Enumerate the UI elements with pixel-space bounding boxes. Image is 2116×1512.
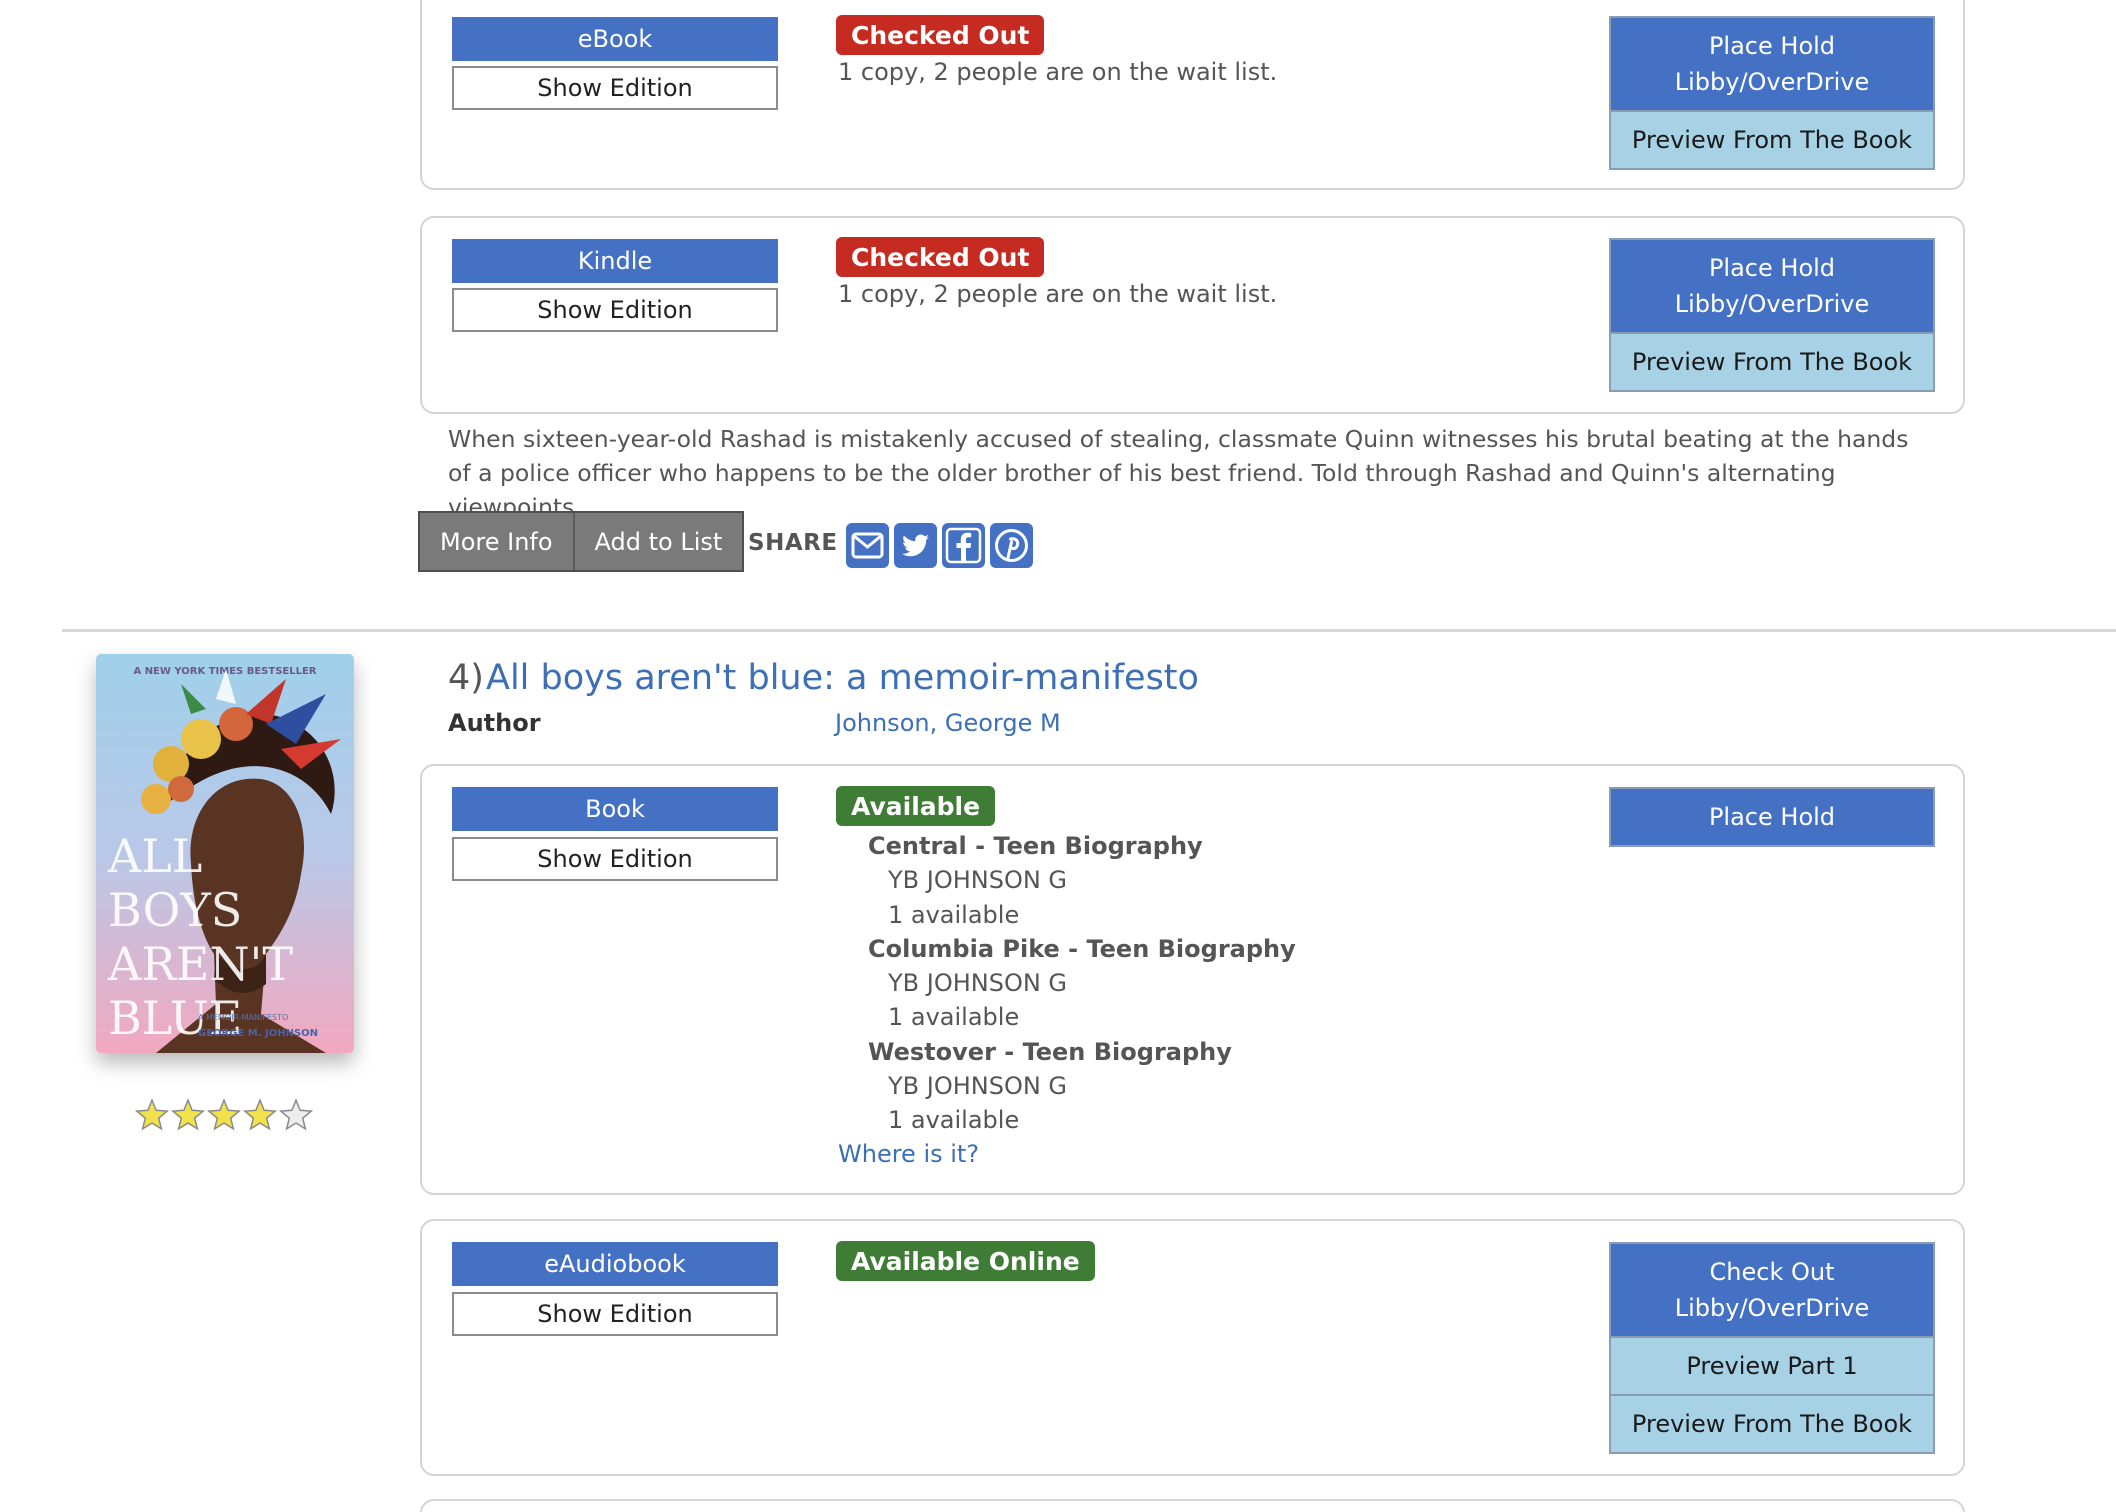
book-cover[interactable]: A NEW YORK TIMES BESTSELLER ALL BOYS ARE… bbox=[96, 654, 354, 1053]
libby-overdrive-label: Libby/OverDrive bbox=[1674, 68, 1870, 96]
libby-overdrive-label: Libby/OverDrive bbox=[1674, 290, 1870, 318]
email-icon[interactable] bbox=[846, 523, 889, 568]
cover-subtitle: A MEMOIR-MANIFESTO bbox=[198, 1013, 288, 1022]
preview-from-book-button[interactable]: Preview From The Book bbox=[1611, 332, 1933, 390]
result-number: 4) bbox=[448, 658, 484, 698]
author-link[interactable]: Johnson, George M bbox=[835, 709, 1061, 737]
cover-title-line-1: ALL bbox=[107, 829, 202, 883]
show-edition-button[interactable]: Show Edition bbox=[452, 837, 778, 881]
format-button-eaudiobook[interactable]: eAudiobook bbox=[452, 1242, 778, 1286]
action-stack: Place Hold bbox=[1609, 787, 1935, 847]
format-button-book[interactable]: Book bbox=[452, 787, 778, 831]
result-divider bbox=[62, 629, 2116, 632]
check-out-button[interactable]: Check Out Libby/OverDrive bbox=[1611, 1244, 1933, 1336]
holding-call-number: YB JOHNSON G bbox=[888, 969, 1068, 997]
preview-from-book-button[interactable]: Preview From The Book bbox=[1611, 110, 1933, 168]
action-stack: Place Hold Libby/OverDrive Preview From … bbox=[1609, 238, 1935, 392]
format-panel-book: Book Show Edition Available Central - Te… bbox=[420, 764, 1965, 1195]
cover-title-line-2: BOYS bbox=[108, 883, 242, 937]
format-panel-eaudiobook: eAudiobook Show Edition Available Online… bbox=[420, 1219, 1965, 1476]
record-summary: When sixteen-year-old Rashad is mistaken… bbox=[448, 425, 1909, 521]
show-edition-button[interactable]: Show Edition bbox=[452, 288, 778, 332]
facebook-icon[interactable] bbox=[942, 523, 985, 568]
action-stack: Place Hold Libby/OverDrive Preview From … bbox=[1609, 16, 1935, 170]
cover-title-line-3: AREN'T bbox=[107, 937, 293, 991]
status-badge: Checked Out bbox=[836, 15, 1045, 55]
where-is-it-link[interactable]: Where is it? bbox=[838, 1140, 979, 1168]
cover-author: GEORGE M. JOHNSON bbox=[198, 1028, 318, 1039]
star-filled-icon bbox=[242, 1097, 278, 1131]
holding-location: Columbia Pike - Teen Biography bbox=[868, 935, 1296, 963]
format-button-ebook[interactable]: eBook bbox=[452, 17, 778, 61]
holding-availability: 1 available bbox=[888, 901, 1020, 929]
holding-location: Central - Teen Biography bbox=[868, 832, 1203, 860]
more-info-button[interactable]: More Info bbox=[420, 513, 573, 570]
star-empty-icon bbox=[278, 1097, 314, 1131]
holding-call-number: YB JOHNSON G bbox=[888, 866, 1068, 894]
result-title-link[interactable]: All boys aren't blue: a memoir-manifesto bbox=[486, 658, 1199, 698]
star-filled-icon bbox=[134, 1097, 170, 1131]
star-filled-icon bbox=[206, 1097, 242, 1131]
holding-availability: 1 available bbox=[888, 1003, 1020, 1031]
place-hold-button[interactable]: Place Hold Libby/OverDrive bbox=[1611, 18, 1933, 110]
format-button-kindle[interactable]: Kindle bbox=[452, 239, 778, 283]
pinterest-icon[interactable] bbox=[990, 523, 1033, 568]
place-hold-button[interactable]: Place Hold Libby/OverDrive bbox=[1611, 240, 1933, 332]
place-hold-label: Place Hold bbox=[1708, 32, 1836, 60]
status-badge: Available bbox=[836, 786, 996, 826]
holding-location: Westover - Teen Biography bbox=[868, 1038, 1232, 1066]
show-edition-button[interactable]: Show Edition bbox=[452, 1292, 778, 1336]
action-stack: Check Out Libby/OverDrive Preview Part 1… bbox=[1609, 1242, 1935, 1454]
libby-overdrive-label: Libby/OverDrive bbox=[1674, 1294, 1870, 1322]
wait-list-note: 1 copy, 2 people are on the wait list. bbox=[838, 280, 1278, 308]
place-hold-button[interactable]: Place Hold bbox=[1611, 789, 1933, 845]
preview-from-book-button[interactable]: Preview From The Book bbox=[1611, 1394, 1933, 1452]
holding-availability: 1 available bbox=[888, 1106, 1020, 1134]
record-tools: More Info Add to List bbox=[418, 511, 745, 572]
author-label: Author bbox=[448, 709, 541, 737]
rating-stars[interactable] bbox=[134, 1096, 314, 1136]
wait-list-note: 1 copy, 2 people are on the wait list. bbox=[838, 58, 1278, 86]
format-panel-kindle: Kindle Show Edition Checked Out 1 copy, … bbox=[420, 216, 1965, 414]
format-panel-ebook: eBook Show Edition Checked Out 1 copy, 2… bbox=[420, 0, 1965, 190]
status-badge: Available Online bbox=[836, 1241, 1095, 1281]
check-out-label: Check Out bbox=[1709, 1258, 1835, 1286]
star-filled-icon bbox=[170, 1097, 206, 1131]
format-panel-next bbox=[420, 1499, 1965, 1512]
show-edition-button[interactable]: Show Edition bbox=[452, 66, 778, 110]
share-label: SHARE bbox=[748, 530, 838, 556]
add-to-list-button[interactable]: Add to List bbox=[572, 513, 743, 570]
holding-call-number: YB JOHNSON G bbox=[888, 1072, 1068, 1100]
twitter-icon[interactable] bbox=[894, 523, 937, 568]
preview-part-1-button[interactable]: Preview Part 1 bbox=[1611, 1336, 1933, 1394]
status-badge: Checked Out bbox=[836, 237, 1045, 277]
place-hold-label: Place Hold bbox=[1708, 254, 1836, 282]
